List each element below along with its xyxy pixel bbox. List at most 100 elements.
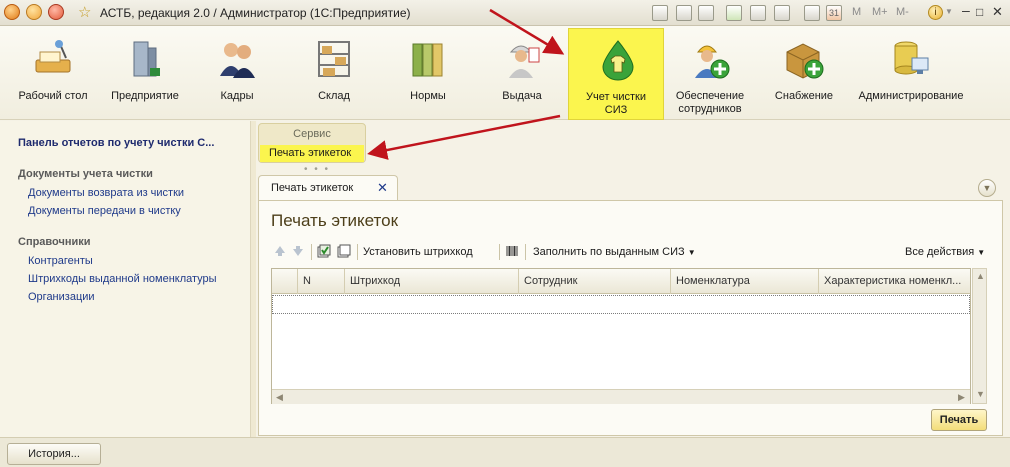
move-down-icon[interactable] [291,244,305,258]
memory-plus-button[interactable]: M+ [872,6,888,18]
fill-by-issued-label: Заполнить по выданным СИЗ [533,246,685,258]
table-row-empty[interactable] [272,295,970,314]
calculator-icon[interactable] [804,5,820,21]
annotation-arrow-to-service-item [367,114,561,160]
print-icon[interactable] [676,5,692,21]
nav-link-transfer-docs[interactable]: Документы передачи в чистку [28,205,181,217]
save-icon[interactable] [652,5,668,21]
title-bar: ☆ АСТБ, редакция 2.0 / Администратор (1С… [0,0,1010,26]
toolbar-divider [499,244,500,260]
check-all-icon[interactable] [317,244,331,258]
service-panel: Сервис Печать этикеток [258,123,366,163]
section-staff[interactable]: Кадры [188,28,286,120]
info-icon[interactable]: i [928,5,943,20]
group-title-cleaning-docs: Документы учета чистки [18,168,153,180]
scroll-down-icon[interactable]: ▼ [976,389,985,399]
main-menu-icon[interactable] [26,4,42,20]
vertical-scrollbar[interactable]: ▲ ▼ [972,268,987,404]
section-siz-cleaning[interactable]: Учет чистки СИЗ [568,28,664,120]
favorites-star-icon[interactable]: ☆ [78,3,91,21]
group-title-catalogs: Справочники [18,236,91,248]
shelves-icon [318,41,350,77]
section-label: Учет чистки СИЗ [586,91,646,116]
section-label: Выдача [502,90,542,102]
maximize-icon[interactable]: □ [976,5,983,19]
section-warehouse[interactable]: Склад [285,28,383,120]
section-staff-supply[interactable]: Обеспечение сотрудников [661,28,759,120]
nav-link-barcodes[interactable]: Штрихкоды выданной номенклатуры [28,273,217,285]
section-norms[interactable]: Нормы [379,28,477,120]
tab-label: Печать этикеток [271,182,354,194]
worker-add-icon [695,45,730,79]
section-label: Склад [318,90,350,102]
tab-print-labels[interactable]: Печать этикеток ✕ [258,175,398,201]
print-button[interactable]: Печать [931,409,987,431]
horizontal-scrollbar[interactable]: ◀ ▶ [272,389,970,404]
scroll-right-icon[interactable]: ▶ [958,392,965,403]
history-icon[interactable] [774,5,790,21]
section-administration[interactable]: Администрирование [852,28,970,120]
labels-table[interactable]: N Штрихкод Сотрудник Номенклатура Характ… [271,268,971,404]
table-header: N Штрихкод Сотрудник Номенклатура Характ… [272,269,970,294]
column-header-employee[interactable]: Сотрудник [518,269,670,294]
toolbar-divider [525,244,526,260]
section-label: Нормы [410,90,446,102]
section-label: Рабочий стол [18,90,88,102]
navigation-panel: Панель отчетов по учету чистки С... Доку… [0,121,250,437]
minimize-icon[interactable]: – [962,2,970,18]
go-icon[interactable] [726,5,742,21]
preview-icon[interactable] [698,5,714,21]
resize-handle[interactable]: • • • [304,164,330,175]
barcode-icon[interactable] [505,244,519,258]
move-up-icon[interactable] [273,244,287,258]
service-item-print-labels[interactable]: Печать этикеток [260,145,364,162]
column-header-nomenclature[interactable]: Номенклатура [670,269,818,294]
folders-icon [412,43,443,77]
all-actions-button[interactable]: Все действия ▼ [905,243,985,261]
scroll-up-icon[interactable]: ▲ [976,271,985,281]
section-label: Обеспечение сотрудников [675,90,745,115]
nav-link-contractors[interactable]: Контрагенты [28,255,93,267]
all-actions-label: Все действия [905,246,975,258]
form-content: Печать этикеток Установить штрихкод Запо… [258,200,1003,436]
set-barcode-button[interactable]: Установить штрихкод [363,243,473,261]
memory-m-button[interactable]: M [852,6,861,18]
memory-minus-button[interactable]: M- [896,6,909,18]
section-issue[interactable]: Выдача [473,28,571,120]
building-icon [133,41,160,77]
chevron-down-icon[interactable]: ▼ [978,179,996,197]
app-logo-icon[interactable] [4,4,20,20]
help-dropdown-icon[interactable]: ▼ [945,7,953,16]
section-enterprise[interactable]: Предприятие [96,28,194,120]
toolbar-divider [357,244,358,260]
uncheck-all-icon[interactable] [337,244,351,258]
window-title: АСТБ, редакция 2.0 / Администратор (1С:П… [100,6,411,20]
section-supply[interactable]: Снабжение [755,28,853,120]
column-header-characteristic[interactable]: Характеристика номенкл... [818,269,970,294]
panel-splitter[interactable] [250,121,256,437]
nav-link-return-docs[interactable]: Документы возврата из чистки [28,187,184,199]
section-label: Кадры [220,90,254,102]
status-bar: История... [0,437,1010,467]
back-icon[interactable] [48,4,64,20]
section-label: Предприятие [111,90,179,102]
calendar-icon[interactable]: 31 [826,5,842,21]
box-add-icon [786,43,824,79]
history-button[interactable]: История... [7,443,101,465]
bookmark-icon[interactable] [750,5,766,21]
column-header-marker[interactable] [272,269,297,294]
toolbar-divider [311,244,312,260]
sections-panel: Рабочий стол Предприятие Кадры Склад Нор… [0,26,1010,120]
scroll-left-icon[interactable]: ◀ [276,392,283,403]
column-header-n[interactable]: N [297,269,344,294]
column-header-barcode[interactable]: Штрихкод [344,269,518,294]
service-panel-title: Сервис [293,128,331,140]
close-icon[interactable]: ✕ [377,180,388,196]
fill-by-issued-button[interactable]: Заполнить по выданным СИЗ ▼ [533,243,696,261]
close-window-icon[interactable]: ✕ [992,4,1003,20]
section-desktop[interactable]: Рабочий стол [4,28,102,120]
desk-icon [35,40,71,73]
people-icon [220,43,255,78]
panel-title[interactable]: Панель отчетов по учету чистки С... [18,137,214,149]
nav-link-organizations[interactable]: Организации [28,291,95,303]
